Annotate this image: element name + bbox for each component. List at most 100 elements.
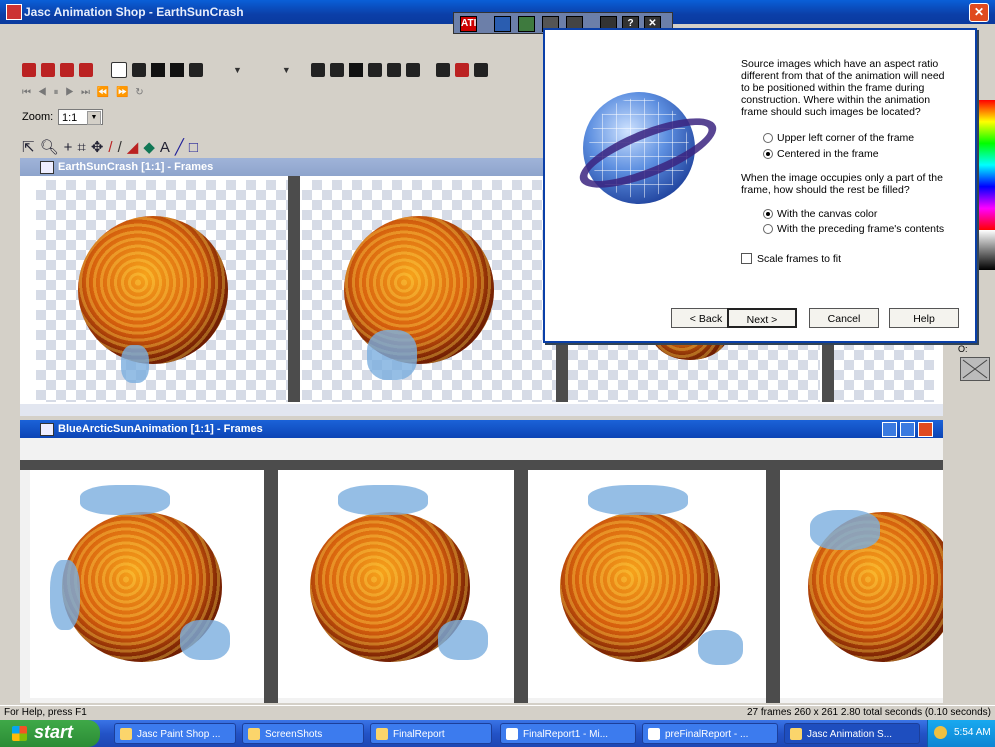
centered-radio[interactable]: Centered in the frame [763, 148, 879, 160]
scale-frames-checkbox[interactable]: Scale frames to fit [741, 253, 841, 265]
pane-icon [40, 423, 54, 436]
maximize-button[interactable] [900, 422, 915, 437]
preceding-frame-radio[interactable]: With the preceding frame's contents [763, 223, 944, 235]
new-file-icon[interactable] [111, 62, 127, 78]
tray-icon[interactable] [934, 726, 947, 739]
next-button[interactable]: Next > [727, 308, 797, 328]
bottom-pane-titlebar[interactable]: BlueArcticSunAnimation [1:1] - Frames [20, 420, 943, 438]
taskbar-item-finalreport-folder[interactable]: FinalReport [370, 723, 492, 744]
properties-icon[interactable] [189, 63, 203, 77]
save-icon[interactable] [151, 63, 165, 77]
status-help-text: For Help, press F1 [4, 707, 87, 718]
paintbrush-icon[interactable]: / [108, 140, 112, 156]
view-frames-icon[interactable] [170, 63, 184, 77]
standard-toolbar: ▼ ▼ [22, 60, 488, 80]
line-tool-icon[interactable]: ╱ [175, 140, 184, 156]
pane-icon [40, 161, 54, 174]
frame-thumbnail[interactable] [780, 470, 943, 698]
delete-frame-icon[interactable] [405, 63, 420, 77]
earth-fragment [698, 630, 743, 665]
display-icon[interactable] [494, 16, 511, 32]
text-tool-icon[interactable]: A [160, 140, 170, 156]
window-close-button[interactable]: ✕ [969, 3, 989, 22]
bottom-pane-title: BlueArcticSunAnimation [1:1] - Frames [58, 423, 263, 435]
frame-thumbnail[interactable] [36, 180, 288, 402]
airbrush-icon[interactable]: / [118, 140, 122, 156]
earth-fragment [80, 485, 170, 515]
help-button[interactable]: Help [889, 308, 959, 328]
playback-toolbar[interactable]: ⏮ ◀ ⏸ ▶ ⏭ ⏪ ⏩ ↻ [22, 82, 146, 102]
fill-icon[interactable]: ◆ [143, 140, 155, 156]
frame-separator [514, 470, 528, 703]
upper-left-radio[interactable]: Upper left corner of the frame [763, 132, 914, 144]
shape-tool-icon[interactable]: □ [189, 140, 198, 156]
transitions-icon[interactable] [473, 63, 488, 77]
chevron-down-icon[interactable]: ▼ [282, 65, 291, 75]
start-label: start [34, 722, 74, 742]
earth-fragment [50, 560, 80, 630]
horizontal-scrollbar[interactable] [20, 404, 943, 416]
top-pane-titlebar[interactable]: EarthSunCrash [1:1] - Frames [20, 158, 545, 176]
eraser-icon[interactable]: ◢ [127, 140, 139, 156]
insert-frame-icon[interactable] [386, 63, 401, 77]
dropper-icon[interactable]: + [64, 140, 73, 156]
effects-icon[interactable] [454, 63, 469, 77]
chevron-down-icon[interactable]: ▼ [233, 65, 242, 75]
frame-top-border [20, 460, 943, 470]
graphics-icon[interactable] [518, 16, 535, 32]
windows-logo-icon [12, 726, 27, 741]
taskbar-item-screenshots[interactable]: ScreenShots [242, 723, 364, 744]
ati-icon[interactable]: ATI [460, 16, 477, 32]
image-wizard-icon[interactable] [41, 63, 55, 77]
minimize-button[interactable] [882, 422, 897, 437]
cut-icon[interactable] [310, 63, 325, 77]
arrow-tool-icon[interactable]: ⇱ [22, 140, 35, 156]
taskbar-item-paint-shop[interactable]: Jasc Paint Shop ... [114, 723, 236, 744]
frame-thumbnail[interactable] [302, 180, 556, 402]
open-file-icon[interactable] [132, 63, 146, 77]
bottom-frames-pane[interactable] [20, 438, 943, 703]
earth-fragment [338, 485, 428, 515]
frame-separator [264, 470, 278, 703]
sun-image [78, 216, 228, 364]
copy-icon[interactable] [329, 63, 344, 77]
app-icon [790, 728, 802, 740]
earth-fragment [810, 510, 880, 550]
earth-fragment [438, 620, 488, 660]
earth-fragment [121, 345, 149, 383]
cancel-button[interactable]: Cancel [809, 308, 879, 328]
taskbar-item-finalreport1[interactable]: FinalReport1 - Mi... [500, 723, 636, 744]
start-button[interactable]: start [0, 720, 100, 747]
paste-frame-icon[interactable] [367, 63, 382, 77]
opacity-label: O: [958, 344, 968, 354]
earth-fragment [588, 485, 688, 515]
animation-wizard-dialog: Source images which have an aspect ratio… [543, 28, 977, 343]
animation-wizard-icon[interactable] [22, 63, 36, 77]
transparent-swatch[interactable] [960, 357, 990, 381]
crop-icon[interactable] [435, 63, 450, 77]
paste-icon[interactable] [348, 63, 363, 77]
banner-wizard-icon[interactable] [60, 63, 74, 77]
frame-thumbnail[interactable] [528, 470, 766, 698]
app-icon [120, 728, 132, 740]
canvas-color-radio[interactable]: With the canvas color [763, 208, 877, 220]
clock: 5:54 AM [954, 727, 991, 738]
move-tool-icon[interactable]: ✥ [91, 140, 104, 156]
earth-fragment [367, 330, 417, 380]
taskbar-item-animation-shop[interactable]: Jasc Animation S... [784, 723, 920, 744]
frame-thumbnail[interactable] [278, 470, 514, 698]
taskbar-item-prefinalreport[interactable]: preFinalReport - ... [642, 723, 778, 744]
sun-image [560, 512, 720, 662]
folder-icon [376, 728, 388, 740]
crop-tool-icon[interactable]: ⌗ [77, 140, 85, 156]
magnifier-icon[interactable]: 🔍︎ [40, 140, 59, 156]
window-title: Jasc Animation Shop - EarthSunCrash [24, 5, 244, 19]
frame-thumbnail[interactable] [30, 470, 264, 698]
zoom-value: 1:1 [62, 112, 78, 124]
chevron-down-icon[interactable]: ▼ [87, 111, 101, 125]
optimization-icon[interactable] [79, 63, 93, 77]
word-document-icon [648, 728, 660, 740]
zoom-select[interactable]: 1:1 ▼ [58, 109, 103, 125]
status-frame-info: 27 frames 260 x 261 2.80 total seconds (… [746, 707, 991, 718]
pane-close-button[interactable] [918, 422, 933, 437]
